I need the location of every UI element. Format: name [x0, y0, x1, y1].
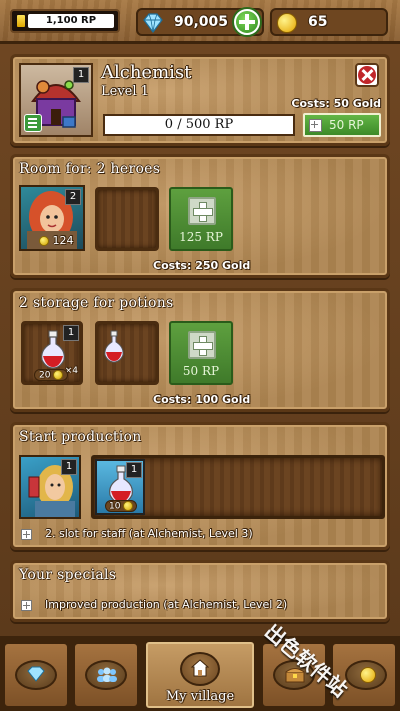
special-item: Improved production (at Alchemist, Level… — [45, 598, 288, 611]
gems-value: 90,005 — [174, 14, 229, 30]
specials-title: Your specials — [19, 567, 117, 583]
storage-cost: Costs: 100 Gold — [153, 393, 251, 406]
upgrade-button-label: 50 RP — [329, 118, 364, 132]
rp-progress-bar: 0 / 500 RP — [103, 114, 295, 136]
add-hero-slot-button[interactable]: 125 RP — [169, 187, 233, 251]
rp-progress-text: 0 / 500 RP — [164, 117, 234, 132]
add-storage-slot-label: 50 RP — [182, 364, 220, 378]
add-hero-slot-label: 125 RP — [179, 230, 223, 244]
close-button[interactable] — [355, 63, 379, 87]
specials-panel: Your specials Improved production (at Al… — [10, 560, 390, 622]
production-panel: Start production 1 1 10 2. slot for staf… — [10, 422, 390, 550]
nav-village-label: My village — [165, 689, 235, 704]
rp-bar-icon — [17, 15, 25, 27]
production-potion-slot[interactable]: 1 10 — [95, 459, 145, 515]
potion-slot-badge: 1 — [63, 325, 79, 341]
coin-icon — [123, 500, 134, 511]
potion-storage-slot-2[interactable] — [95, 321, 159, 385]
gold-coin-icon — [277, 13, 297, 33]
rp-bar: 1,100 RP — [28, 14, 114, 28]
building-level-badge: 1 — [73, 67, 89, 83]
potion-badge: 1 — [126, 462, 142, 478]
building-portrait: 1 — [19, 63, 93, 137]
plus-icon — [188, 331, 216, 359]
staff-badge: 1 — [61, 459, 77, 475]
plus-icon — [188, 197, 216, 225]
upgrade-button[interactable]: 50 RP — [303, 113, 381, 137]
coin-icon — [53, 369, 64, 380]
storage-panel: 2 storage for potions 1 ×4 20 50 RP Cost… — [10, 288, 390, 412]
gem-icon — [27, 666, 45, 682]
house-icon — [191, 659, 209, 677]
gem-icon — [143, 13, 163, 33]
close-icon — [358, 66, 376, 84]
building-level: Level 1 — [101, 84, 149, 99]
nav-village-button[interactable]: My village — [143, 639, 257, 711]
plus-icon — [21, 600, 32, 611]
hero-value: 124 — [39, 234, 74, 247]
plus-icon — [21, 529, 32, 540]
staff-slot-note: 2. slot for staff (at Alchemist, Level 3… — [45, 527, 253, 540]
hero-slot-1[interactable]: 2 124 — [19, 185, 85, 251]
storage-title: 2 storage for potions — [19, 295, 174, 311]
heroes-title: Room for: 2 heroes — [19, 161, 161, 177]
plus-icon — [309, 119, 322, 132]
hero-slot-2-empty[interactable] — [95, 187, 159, 251]
heroes-panel: Room for: 2 heroes 2 124 125 RP Costs: 2… — [10, 154, 390, 278]
rp-counter: 1,100 RP — [10, 9, 120, 33]
potion-price: 10 — [105, 499, 138, 512]
rp-value: 1,100 RP — [45, 15, 97, 26]
group-icon — [97, 667, 117, 682]
gold-coin-icon — [360, 667, 376, 683]
nav-gems-button[interactable] — [2, 641, 70, 709]
building-panel: 1 Alchemist Level 1 Costs: 50 Gold 0 / 5… — [10, 54, 390, 146]
red-potion-icon — [104, 330, 124, 363]
potion-storage-slot-1[interactable]: 1 ×4 20 — [21, 321, 83, 385]
info-icon[interactable] — [24, 114, 42, 132]
gold-value: 65 — [308, 14, 328, 30]
hero-level-badge: 2 — [65, 189, 81, 205]
nav-heroes-button[interactable] — [72, 641, 140, 709]
heroes-cost: Costs: 250 Gold — [153, 259, 251, 272]
potion-price: 20 — [34, 368, 69, 381]
production-title: Start production — [19, 429, 142, 445]
staff-slot[interactable]: 1 — [19, 455, 81, 519]
upgrade-cost: Costs: 50 Gold — [291, 97, 381, 110]
building-name: Alchemist — [101, 62, 192, 83]
add-storage-slot-button[interactable]: 50 RP — [169, 321, 233, 385]
add-gems-button[interactable] — [232, 7, 262, 37]
coin-icon — [39, 236, 49, 246]
gold-counter: 65 — [270, 8, 388, 36]
